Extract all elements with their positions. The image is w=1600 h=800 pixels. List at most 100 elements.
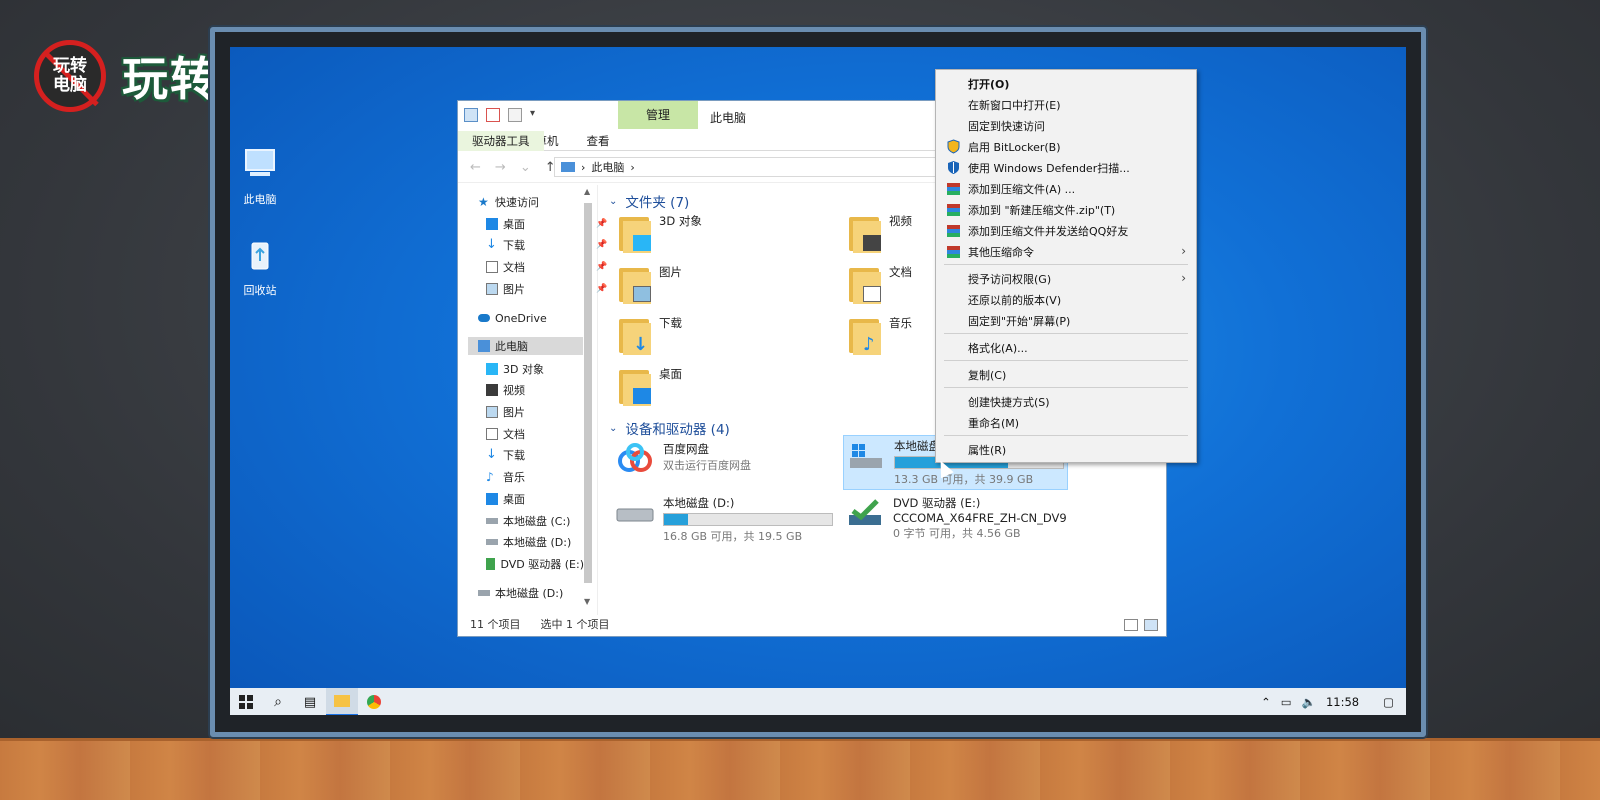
device-baidu-netdisk[interactable]: 百度网盘 双击运行百度网盘 (615, 441, 751, 477)
scroll-thumb[interactable] (584, 203, 592, 583)
menu-pin-start[interactable]: 固定到"开始"屏幕(P) (936, 310, 1196, 331)
menu-add-zip[interactable]: 添加到 "新建压缩文件.zip"(T) (936, 199, 1196, 220)
devices-group-header[interactable]: ⌄ 设备和驱动器 (4) (609, 418, 730, 438)
folder-pictures[interactable]: 图片 (619, 264, 682, 304)
nav-label: 文档 (503, 261, 525, 274)
menu-pin-quick-access[interactable]: 固定到快速访问 (936, 115, 1196, 136)
nav-qa-pictures[interactable]: 图片 📌 (486, 280, 607, 298)
menu-format[interactable]: 格式化(A)... (936, 337, 1196, 358)
menu-archive-send-qq[interactable]: 添加到压缩文件并发送给QQ好友 (936, 220, 1196, 241)
device-local-disk-d[interactable]: 本地磁盘 (D:) 16.8 GB 可用，共 19.5 GB (615, 495, 833, 544)
menu-open-new-window[interactable]: 在新窗口中打开(E) (936, 94, 1196, 115)
menu-label: 授予访问权限(G) (968, 272, 1052, 286)
menu-other-compress[interactable]: 其他压缩命令 › (936, 241, 1196, 262)
desktop-screen: 此电脑 回收站 ▾ 管理 此电脑 文件 计算 (230, 47, 1406, 715)
task-view-button[interactable]: ▤ (294, 688, 326, 715)
notification-icon[interactable]: ▢ (1383, 695, 1394, 709)
nav-drive-d[interactable]: 本地磁盘 (D:) (486, 533, 571, 551)
nav-3d-objects[interactable]: 3D 对象 (486, 360, 544, 378)
manage-context-tab[interactable]: 管理 (618, 101, 698, 129)
device-sub: 0 字节 可用，共 4.56 GB (893, 527, 1021, 540)
menu-restore-versions[interactable]: 还原以前的版本(V) (936, 289, 1196, 310)
back-arrow-icon[interactable]: ← (470, 160, 481, 175)
folder-label: 文档 (889, 265, 912, 279)
menu-create-shortcut[interactable]: 创建快捷方式(S) (936, 391, 1196, 412)
volume-icon[interactable]: 🔈 (1302, 695, 1316, 709)
dvd-drive-icon (849, 499, 881, 525)
nav-documents[interactable]: 文档 (486, 425, 525, 443)
details-view-icon[interactable] (1124, 619, 1138, 631)
chevron-down-icon[interactable]: ▾ (530, 108, 540, 122)
context-menu: 打开(O) 在新窗口中打开(E) 固定到快速访问 启用 BitLocker(B)… (935, 69, 1197, 463)
forward-arrow-icon[interactable]: → (495, 160, 506, 175)
search-button[interactable]: ⌕ (262, 688, 294, 715)
monitor: 此电脑 回收站 ▾ 管理 此电脑 文件 计算 (210, 27, 1426, 737)
picture-icon (486, 283, 498, 295)
desktop-icon-recycle-bin[interactable]: 回收站 (230, 235, 290, 298)
windows-logo-icon (239, 695, 253, 709)
nav-label: 桌面 (503, 493, 525, 506)
computer-icon[interactable] (464, 108, 478, 122)
menu-bitlocker[interactable]: 启用 BitLocker(B) (936, 136, 1196, 157)
breadcrumb-this-pc[interactable]: 此电脑 (591, 159, 624, 175)
nav-downloads[interactable]: ↓ 下载 (486, 446, 525, 464)
desktop-icon-this-pc[interactable]: 此电脑 (230, 144, 290, 207)
menu-defender-scan[interactable]: 使用 Windows Defender扫描... (936, 157, 1196, 178)
folder-3d-objects[interactable]: 3D 对象 (619, 213, 702, 253)
folder-downloads[interactable]: ↓ 下载 (619, 315, 682, 355)
properties-icon[interactable] (486, 108, 500, 122)
nav-music[interactable]: ♪ 音乐 (486, 468, 525, 486)
nav-label: 图片 (503, 283, 525, 296)
large-icons-view-icon[interactable] (1144, 619, 1158, 631)
menu-properties[interactable]: 属性(R) (936, 439, 1196, 460)
nav-quick-access[interactable]: ★ 快速访问 (478, 193, 539, 211)
nav-drive-d-root[interactable]: 本地磁盘 (D:) (478, 584, 563, 602)
folder-documents[interactable]: 文档 (849, 264, 912, 304)
menu-label: 使用 Windows Defender扫描... (968, 161, 1130, 175)
scroll-up-icon[interactable]: ▲ (584, 187, 590, 196)
nav-qa-downloads[interactable]: ↓ 下载 📌 (486, 236, 607, 254)
tab-drive-tools[interactable]: 驱动器工具 (458, 131, 544, 151)
nav-drive-c[interactable]: 本地磁盘 (C:) (486, 512, 570, 530)
device-dvd-drive[interactable]: DVD 驱动器 (E:) CCCOMA_X64FRE_ZH-CN_DV9 0 字… (845, 495, 1067, 541)
nav-qa-desktop[interactable]: 桌面 📌 (486, 215, 607, 233)
recent-chevron-icon[interactable]: ⌄ (520, 160, 531, 175)
network-icon[interactable]: ▭ (1281, 695, 1292, 709)
nav-label: 3D 对象 (503, 363, 544, 376)
menu-open[interactable]: 打开(O) (936, 73, 1196, 94)
address-input[interactable]: › 此电脑 › (554, 157, 936, 177)
menu-rename[interactable]: 重命名(M) (936, 412, 1196, 433)
folder-music[interactable]: ♪ 音乐 (849, 315, 912, 355)
start-button[interactable] (230, 688, 262, 715)
nav-qa-documents[interactable]: 文档 📌 (486, 258, 607, 276)
nav-label: 桌面 (503, 218, 525, 231)
clock[interactable]: 11:58 (1326, 695, 1359, 709)
folder-videos[interactable]: 视频 (849, 213, 912, 253)
drive-icon (616, 508, 654, 522)
nav-scrollbar[interactable]: ▲ ▼ (584, 187, 592, 609)
folder-label: 3D 对象 (659, 214, 702, 228)
menu-grant-access[interactable]: 授予访问权限(G) › (936, 268, 1196, 289)
new-folder-icon[interactable] (508, 108, 522, 122)
folders-group-header[interactable]: ⌄ 文件夹 (7) (609, 191, 689, 211)
nav-onedrive[interactable]: OneDrive (478, 309, 547, 327)
music-note-icon: ♪ (486, 470, 494, 484)
tab-view[interactable]: 查看 (573, 131, 624, 150)
menu-label: 在新窗口中打开(E) (968, 98, 1061, 112)
menu-copy[interactable]: 复制(C) (936, 364, 1196, 385)
nav-dvd-drive[interactable]: DVD 驱动器 (E:) (486, 555, 584, 573)
chevron-up-icon[interactable]: ⌃ (1261, 695, 1271, 709)
nav-pictures[interactable]: 图片 (486, 403, 525, 421)
taskbar-file-explorer[interactable] (326, 688, 358, 715)
taskbar-chrome[interactable] (358, 688, 390, 715)
menu-add-archive[interactable]: 添加到压缩文件(A) ... (936, 178, 1196, 199)
archive-icon (947, 246, 960, 258)
folder-desktop[interactable]: 桌面 (619, 366, 682, 406)
archive-icon (947, 204, 960, 216)
desktop-icon (486, 218, 498, 230)
nav-desktop[interactable]: 桌面 (486, 490, 525, 508)
nav-videos[interactable]: 视频 (486, 381, 525, 399)
nav-label: 下载 (503, 239, 525, 252)
scroll-down-icon[interactable]: ▼ (584, 597, 590, 606)
nav-this-pc[interactable]: 此电脑 (468, 337, 583, 355)
